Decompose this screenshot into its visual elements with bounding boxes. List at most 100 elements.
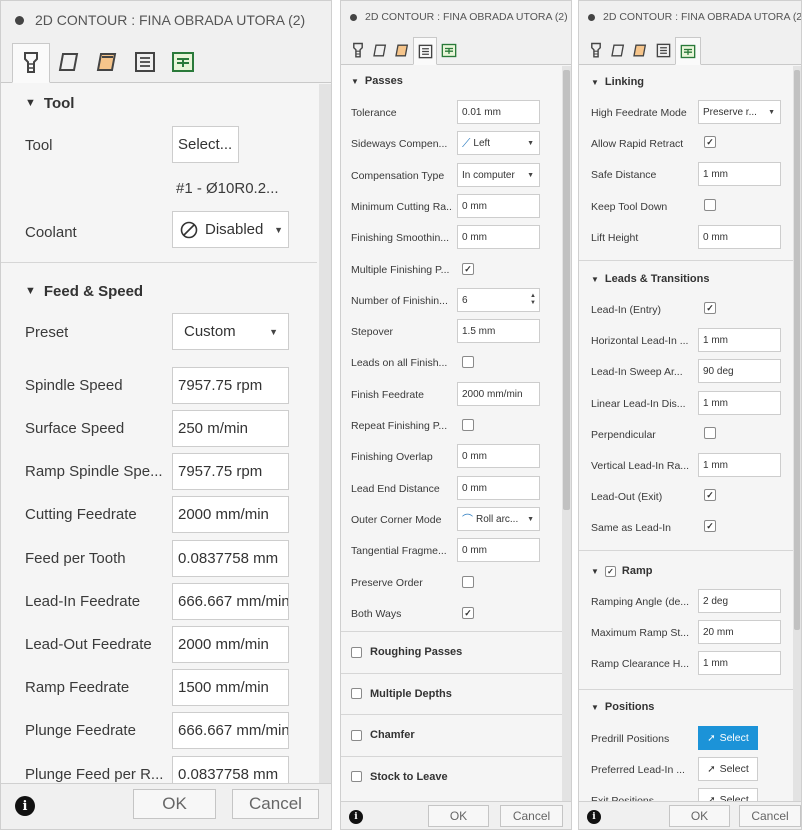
info-icon[interactable]: i	[349, 810, 363, 824]
feed-input-feed-per-tooth[interactable]: 0.0837758 mm	[172, 540, 289, 577]
link-checkbox-perpendicular[interactable]	[704, 427, 716, 439]
tab-heights[interactable]	[629, 36, 651, 64]
tab-geometry[interactable]	[369, 36, 391, 64]
link-checkbox-lead-out-exit[interactable]: ✓	[704, 489, 716, 501]
link-field-high-feedrate-mode[interactable]: Preserve r... ▼	[698, 100, 781, 124]
positions-section-header[interactable]: ▼ Positions	[579, 699, 801, 715]
info-icon[interactable]: i	[587, 810, 601, 824]
pass-checkbox-both-ways[interactable]: ✓	[462, 607, 474, 619]
ok-button[interactable]: OK	[133, 789, 216, 819]
leads-section-header[interactable]: ▼ Leads & Transitions	[579, 271, 801, 287]
ok-button[interactable]: OK	[669, 805, 730, 827]
coolant-dropdown[interactable]: Disabled ▼	[172, 211, 289, 248]
panel-title-bar[interactable]: 2D CONTOUR : FINA OBRADA UTORA (2)	[341, 1, 571, 33]
tab-tool[interactable]	[347, 36, 369, 64]
collapse-dot-icon[interactable]	[588, 13, 595, 21]
pass-field-finishing-smoothin[interactable]: 0 mm	[457, 225, 540, 249]
pass-field-compensation-type[interactable]: In computer ▼	[457, 163, 540, 187]
tab-passes[interactable]	[413, 37, 437, 65]
section-checkbox-multiple-depths[interactable]	[351, 688, 362, 699]
link-checkbox-allow-rapid-retract[interactable]: ✓	[704, 136, 716, 148]
spinner-arrows-icon[interactable]: ▲ ▼	[530, 293, 539, 307]
cancel-button[interactable]: Cancel	[500, 805, 563, 827]
tab-linking[interactable]	[164, 42, 202, 82]
scrollbar[interactable]	[319, 84, 331, 783]
pass-field-tolerance[interactable]: 0.01 mm	[457, 100, 540, 124]
feed-input-lead-out-feedrate[interactable]: 2000 mm/min	[172, 626, 289, 663]
tab-geometry[interactable]	[50, 42, 88, 82]
tab-heights[interactable]	[391, 36, 413, 64]
passes-section-header[interactable]: ▼ Passes	[341, 73, 571, 89]
link-field-horizontal-lead-in[interactable]: 1 mm	[698, 328, 781, 352]
pass-field-finishing-overlap[interactable]: 0 mm	[457, 444, 540, 468]
ramp-checkbox[interactable]: ✓	[604, 565, 616, 577]
section-stock-to-leave[interactable]: Stock to Leave	[341, 769, 571, 785]
link-field-ramp-clearance-h[interactable]: 1 mm	[698, 651, 781, 675]
pass-checkbox-repeat-finishing-p[interactable]	[462, 419, 474, 431]
link-field-vertical-lead-in-ra[interactable]: 1 mm	[698, 453, 781, 477]
pass-checkbox-multiple-finishing-p[interactable]: ✓	[462, 263, 474, 275]
tab-passes[interactable]	[126, 42, 164, 82]
pass-field-finish-feedrate[interactable]: 2000 mm/min	[457, 382, 540, 406]
pass-checkbox-leads-on-all-finish[interactable]	[462, 356, 474, 368]
link-field-maximum-ramp-st[interactable]: 20 mm	[698, 620, 781, 644]
tab-tool[interactable]	[585, 36, 607, 64]
feed-input-spindle-speed[interactable]: 7957.75 rpm	[172, 367, 289, 404]
tab-heights[interactable]	[88, 42, 126, 82]
link-field-lift-height[interactable]: 0 mm	[698, 225, 781, 249]
section-multiple-depths[interactable]: Multiple Depths	[341, 686, 571, 702]
tool-section-header[interactable]: ▼ Tool	[1, 92, 331, 114]
pass-checkbox-preserve-order[interactable]	[462, 576, 474, 588]
pass-field-stepover[interactable]: 1.5 mm	[457, 319, 540, 343]
pass-field-number-of-finishin[interactable]: 6 ▲ ▼	[457, 288, 540, 312]
scrollbar-thumb[interactable]	[563, 70, 570, 510]
section-checkbox-stock-to-leave[interactable]	[351, 771, 362, 782]
pass-field-minimum-cutting-ra[interactable]: 0 mm	[457, 194, 540, 218]
link-field-linear-lead-in-dis[interactable]: 1 mm	[698, 391, 781, 415]
link-checkbox-keep-tool-down[interactable]	[704, 199, 716, 211]
roll-arc-icon: ⌒	[462, 514, 473, 526]
pass-field-lead-end-distance[interactable]: 0 mm	[457, 476, 540, 500]
pass-field-sideways-compen[interactable]: ⟋ Left ▼	[457, 131, 540, 155]
feed-input-plunge-feedrate[interactable]: 666.667 mm/min	[172, 712, 289, 749]
tool-select-button[interactable]: Select...	[172, 126, 239, 163]
section-roughing-passes[interactable]: Roughing Passes	[341, 644, 571, 660]
tab-linking[interactable]	[675, 37, 701, 65]
tab-geometry[interactable]	[607, 36, 629, 64]
feed-input-ramp-feedrate[interactable]: 1500 mm/min	[172, 669, 289, 706]
preset-dropdown[interactable]: Custom ▼	[172, 313, 289, 350]
select-preferred-lead-in[interactable]: ➚ Select	[698, 757, 758, 781]
feed-input-surface-speed[interactable]: 250 m/min	[172, 410, 289, 447]
collapse-dot-icon[interactable]	[15, 15, 24, 25]
feed-section-header[interactable]: ▼ Feed & Speed	[1, 280, 331, 302]
link-field-safe-distance[interactable]: 1 mm	[698, 162, 781, 186]
section-checkbox-chamfer[interactable]	[351, 729, 362, 741]
scrollbar-thumb[interactable]	[794, 70, 800, 630]
section-checkbox-roughing-passes[interactable]	[351, 646, 362, 658]
linking-section-header[interactable]: ▼ Linking	[579, 74, 801, 90]
scrollbar[interactable]	[562, 66, 571, 801]
link-checkbox-same-as-lead-in[interactable]: ✓	[704, 520, 716, 532]
tab-linking[interactable]	[437, 36, 461, 64]
tab-tool[interactable]	[12, 43, 50, 83]
collapse-dot-icon[interactable]	[350, 13, 357, 21]
feed-input-lead-in-feedrate[interactable]: 666.667 mm/min	[172, 583, 289, 620]
feed-input-cutting-feedrate[interactable]: 2000 mm/min	[172, 496, 289, 533]
link-checkbox-lead-in-entry[interactable]: ✓	[704, 302, 716, 314]
panel-title-bar[interactable]: 2D CONTOUR : FINA OBRADA UTORA (2)	[1, 1, 331, 39]
section-chamfer[interactable]: Chamfer	[341, 727, 571, 743]
ramp-section-header[interactable]: ▼ ✓ Ramp	[579, 563, 801, 579]
scrollbar[interactable]	[793, 66, 801, 801]
info-icon[interactable]: i	[15, 796, 35, 816]
pass-field-tangential-fragme[interactable]: 0 mm	[457, 538, 540, 562]
pass-field-outer-corner-mode[interactable]: ⌒ Roll arc... ▼	[457, 507, 540, 531]
panel-title-bar[interactable]: 2D CONTOUR : FINA OBRADA UTORA (2)	[579, 1, 801, 33]
select-predrill-positions[interactable]: ➚ Select	[698, 726, 758, 750]
link-field-lead-in-sweep-ar[interactable]: 90 deg	[698, 359, 781, 383]
cancel-button[interactable]: Cancel	[739, 805, 801, 827]
feed-input-ramp-spindle-spe[interactable]: 7957.75 rpm	[172, 453, 289, 490]
tab-passes[interactable]	[651, 36, 675, 64]
ok-button[interactable]: OK	[428, 805, 489, 827]
cancel-button[interactable]: Cancel	[232, 789, 319, 819]
link-field-ramping-angle-de[interactable]: 2 deg	[698, 589, 781, 613]
